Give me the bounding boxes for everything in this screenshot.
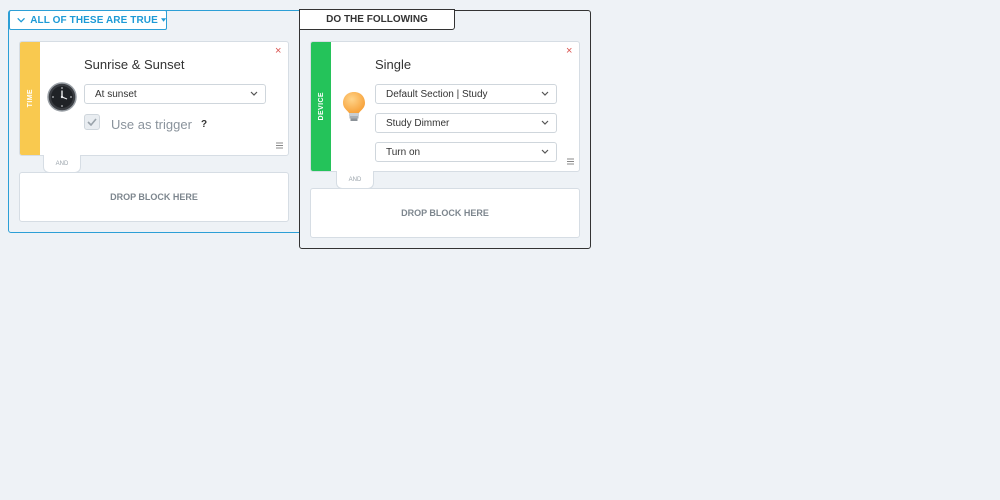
chevron-down-icon [17,17,25,23]
block-category-stripe: DEVICE [311,42,331,171]
block-category-label: TIME [26,89,34,108]
chevron-down-icon [541,120,549,125]
action-select[interactable]: Turn on [375,142,557,162]
sunrise-sunset-block[interactable]: TIME Sunrise & Sunset × At sunset Use as… [19,41,289,156]
clock-icon [47,82,77,112]
drop-zone[interactable]: DROP BLOCK HERE [310,188,580,238]
checkmark-icon [87,118,97,126]
close-icon[interactable]: × [566,46,572,57]
block-category-stripe: TIME [20,42,40,155]
caret-down-icon [160,18,166,22]
actions-header: DO THE FOLLOWING [299,9,455,30]
help-icon[interactable]: ? [201,119,207,130]
actions-header-label: DO THE FOLLOWING [326,14,428,25]
light-bulb-icon [343,92,365,121]
chevron-down-icon [250,91,258,96]
chevron-down-icon [541,91,549,96]
conditions-mode-label: ALL OF THESE ARE TRUE [30,14,158,26]
chevron-down-icon [541,149,549,154]
section-select[interactable]: Default Section | Study [375,84,557,104]
sun-event-select-value: At sunset [95,88,137,100]
drag-handle-icon[interactable] [276,142,283,149]
and-connector: AND [336,171,374,189]
single-device-block[interactable]: DEVICE Single × Default Section | Study … [310,41,580,172]
use-as-trigger-checkbox[interactable] [84,114,100,130]
sun-event-select[interactable]: At sunset [84,84,266,104]
and-connector: AND [43,155,81,173]
block-title: Sunrise & Sunset [84,57,185,72]
block-category-label: DEVICE [317,92,325,121]
section-select-value: Default Section | Study [386,88,488,100]
action-select-value: Turn on [386,146,421,158]
drag-handle-icon[interactable] [567,158,574,165]
conditions-mode-dropdown[interactable]: ALL OF THESE ARE TRUE [9,10,167,30]
drop-zone[interactable]: DROP BLOCK HERE [19,172,289,222]
block-title: Single [375,57,412,72]
device-select-value: Study Dimmer [386,117,450,129]
close-icon[interactable]: × [275,46,281,57]
device-select[interactable]: Study Dimmer [375,113,557,133]
use-as-trigger-label: Use as trigger [111,117,192,132]
